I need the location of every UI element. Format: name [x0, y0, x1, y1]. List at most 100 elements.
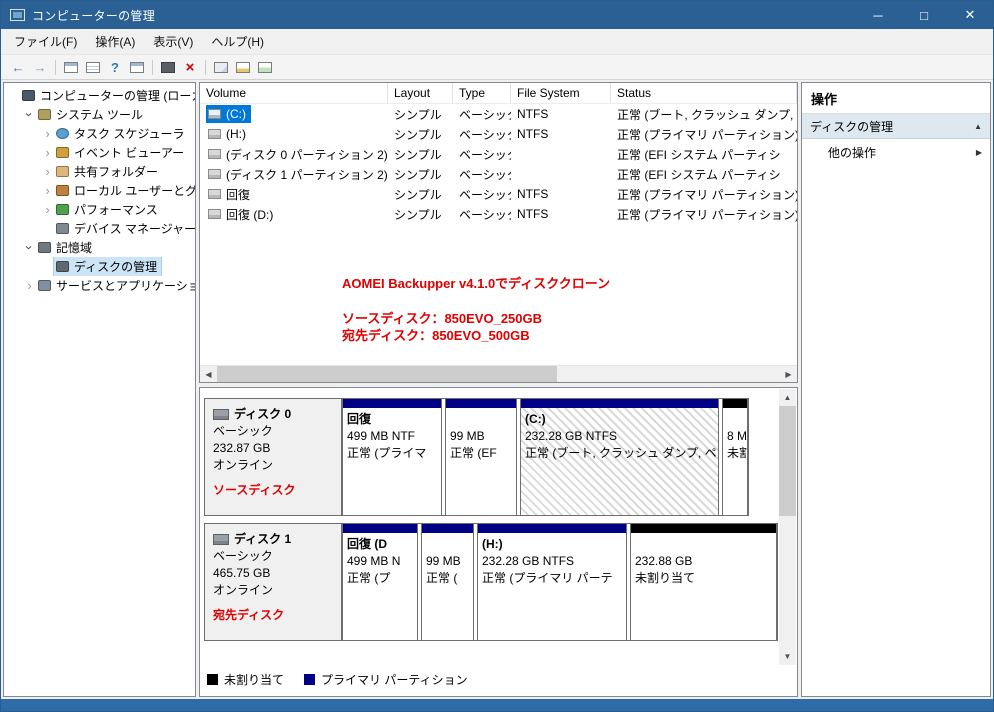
column-volume[interactable]: Volume: [200, 83, 388, 103]
partition-recovery-d[interactable]: 回復 (D 499 MB N 正常 (プ: [342, 524, 418, 640]
tree-item-computer-management[interactable]: › コンピューターの管理 (ローカ: [4, 86, 195, 105]
tree-item-disk-management[interactable]: › ディスクの管理: [4, 257, 195, 276]
volume-row-disk0-part2[interactable]: (ディスク 0 パーティション 2) シンプル ベーシック 正常 (EFI シス…: [200, 144, 797, 164]
volume-row-c[interactable]: (C:) シンプル ベーシック NTFS 正常 (ブート, クラッシュ ダンプ,: [200, 104, 797, 124]
menu-view[interactable]: 表示(V): [144, 30, 202, 53]
scrollbar-thumb[interactable]: [779, 406, 796, 516]
chevron-collapsed-icon[interactable]: ›: [23, 279, 36, 292]
column-status[interactable]: Status: [611, 83, 797, 103]
menu-action[interactable]: 操作(A): [86, 30, 144, 53]
export-list-icon[interactable]: [82, 56, 104, 78]
chevron-collapsed-icon[interactable]: ›: [41, 184, 54, 197]
column-type[interactable]: Type: [453, 83, 511, 103]
volume-layout: シンプル: [394, 167, 442, 182]
tree-item-label: ディスクの管理: [74, 260, 158, 274]
help-icon[interactable]: ?: [104, 56, 126, 78]
tree-item-storage[interactable]: › 記憶域: [4, 238, 195, 257]
menu-file[interactable]: ファイル(F): [5, 30, 86, 53]
partition-efi[interactable]: 99 MB 正常 (: [421, 524, 474, 640]
volume-icon: [208, 109, 221, 119]
actions-pane-title: 操作: [802, 83, 990, 114]
collapse-section-icon[interactable]: ▲: [974, 122, 982, 131]
tree-item-system-tools[interactable]: › システム ツール: [4, 105, 195, 124]
volume-row-disk1-part2[interactable]: (ディスク 1 パーティション 2) シンプル ベーシック 正常 (EFI シス…: [200, 164, 797, 184]
column-file-system[interactable]: File System: [511, 83, 611, 103]
volume-row-recovery[interactable]: 回復 シンプル ベーシック NTFS 正常 (プライマリ パーティション): [200, 184, 797, 204]
disk-row-0: ディスク 0 ベーシック 232.87 GB オンライン ソースディスク 回復 4…: [204, 398, 749, 516]
back-icon[interactable]: ←: [7, 56, 29, 78]
primary-partition-bar: [422, 524, 473, 533]
annotation-text: AOMEI Backupper v4.1.0でディスククローン ソースディスク：…: [342, 275, 610, 344]
scroll-up-icon[interactable]: ▲: [779, 389, 796, 406]
annotation-line-1: AOMEI Backupper v4.1.0でディスククローン: [342, 276, 611, 291]
actions-more-actions[interactable]: 他の操作 ▶: [802, 139, 990, 165]
scroll-right-icon[interactable]: ▶: [780, 366, 797, 383]
horizontal-scrollbar[interactable]: ◀ ▶: [200, 365, 797, 382]
forward-icon[interactable]: →: [29, 56, 51, 78]
volume-row-h[interactable]: (H:) シンプル ベーシック NTFS 正常 (プライマリ パーティション): [200, 124, 797, 144]
refresh-icon[interactable]: [210, 56, 232, 78]
volume-fs: [511, 164, 611, 184]
tree-item-event-viewer[interactable]: › イベント ビューアー: [4, 143, 195, 162]
volume-status: 正常 (プライマリ パーティション): [617, 187, 797, 202]
chevron-collapsed-icon[interactable]: ›: [41, 203, 54, 216]
tree-item-services-applications[interactable]: › サービスとアプリケーション: [4, 276, 195, 295]
statusbar-icon[interactable]: [157, 56, 179, 78]
toolbar-separator: [205, 59, 206, 75]
disk-size: 465.75 GB: [213, 566, 271, 580]
scroll-down-icon[interactable]: ▼: [779, 648, 796, 665]
partition-h[interactable]: (H:) 232.28 GB NTFS 正常 (プライマリ パーテ: [477, 524, 627, 640]
partition-size: 499 MB N: [347, 554, 401, 568]
disk-icon: [213, 409, 229, 420]
menu-help[interactable]: ヘルプ(H): [202, 30, 273, 53]
maximize-button[interactable]: □: [901, 1, 947, 29]
disk-1-info[interactable]: ディスク 1 ベーシック 465.75 GB オンライン 宛先ディスク: [205, 524, 342, 640]
chevron-collapsed-icon[interactable]: ›: [41, 146, 54, 159]
volume-type: ベーシック: [459, 207, 511, 222]
disk-name: ディスク 1: [234, 532, 292, 546]
minimize-button[interactable]: ─: [855, 1, 901, 29]
disk-annotation: ソースディスク: [213, 483, 296, 497]
volume-icon: [208, 169, 221, 179]
checklist-icon[interactable]: [254, 56, 276, 78]
volume-row-recovery-d[interactable]: 回復 (D:) シンプル ベーシック NTFS 正常 (プライマリ パーティショ…: [200, 204, 797, 224]
chevron-collapsed-icon[interactable]: ›: [41, 127, 54, 140]
partition-unallocated-8mb[interactable]: 8 M 未割: [722, 399, 748, 515]
partition-recovery[interactable]: 回復 499 MB NTF 正常 (プライマ: [342, 399, 442, 515]
volume-layout: シンプル: [394, 127, 442, 142]
volume-status: 正常 (プライマリ パーティション): [617, 127, 797, 142]
event-viewer-icon: [56, 147, 69, 158]
scrollbar-track[interactable]: [779, 406, 796, 648]
edit-icon[interactable]: [232, 56, 254, 78]
partition-unallocated[interactable]: 232.88 GB 未割り当て: [630, 524, 777, 640]
partition-size: 99 MB: [426, 554, 461, 568]
column-layout[interactable]: Layout: [388, 83, 453, 103]
tree-item-performance[interactable]: › パフォーマンス: [4, 200, 195, 219]
tree-item-device-manager[interactable]: › デバイス マネージャー: [4, 219, 195, 238]
show-console-tree-icon[interactable]: [60, 56, 82, 78]
disk-0-info[interactable]: ディスク 0 ベーシック 232.87 GB オンライン ソースディスク: [205, 399, 342, 515]
vertical-scrollbar[interactable]: ▲ ▼: [779, 389, 796, 665]
tree-item-task-scheduler[interactable]: › タスク スケジューラ: [4, 124, 195, 143]
partition-efi[interactable]: 99 MB 正常 (EF: [445, 399, 517, 515]
shared-folders-icon: [56, 166, 69, 177]
partition-c[interactable]: (C:) 232.28 GB NTFS 正常 (ブート, クラッシュ ダンプ, ペ: [520, 399, 719, 515]
maximize-icon: □: [920, 7, 928, 23]
chevron-expanded-icon[interactable]: ›: [22, 108, 37, 121]
tree-item-local-users-groups[interactable]: › ローカル ユーザーとグル: [4, 181, 195, 200]
submenu-arrow-icon[interactable]: ▶: [976, 148, 982, 157]
chevron-collapsed-icon[interactable]: ›: [41, 165, 54, 178]
scroll-left-icon[interactable]: ◀: [200, 366, 217, 383]
tree-item-shared-folders[interactable]: › 共有フォルダー: [4, 162, 195, 181]
delete-volume-icon[interactable]: ×: [179, 56, 201, 78]
actions-section-disk-management[interactable]: ディスクの管理 ▲: [802, 114, 990, 139]
volume-status: 正常 (EFI システム パーティシ: [617, 167, 781, 182]
close-button[interactable]: ✕: [947, 1, 993, 29]
volume-label: (C:): [226, 107, 246, 121]
scrollbar-track[interactable]: [217, 365, 780, 382]
properties-icon[interactable]: [126, 56, 148, 78]
scrollbar-thumb[interactable]: [217, 365, 557, 382]
chevron-expanded-icon[interactable]: ›: [22, 241, 37, 254]
tree-item-label: デバイス マネージャー: [74, 222, 195, 236]
checklist-box-icon: [258, 61, 272, 73]
